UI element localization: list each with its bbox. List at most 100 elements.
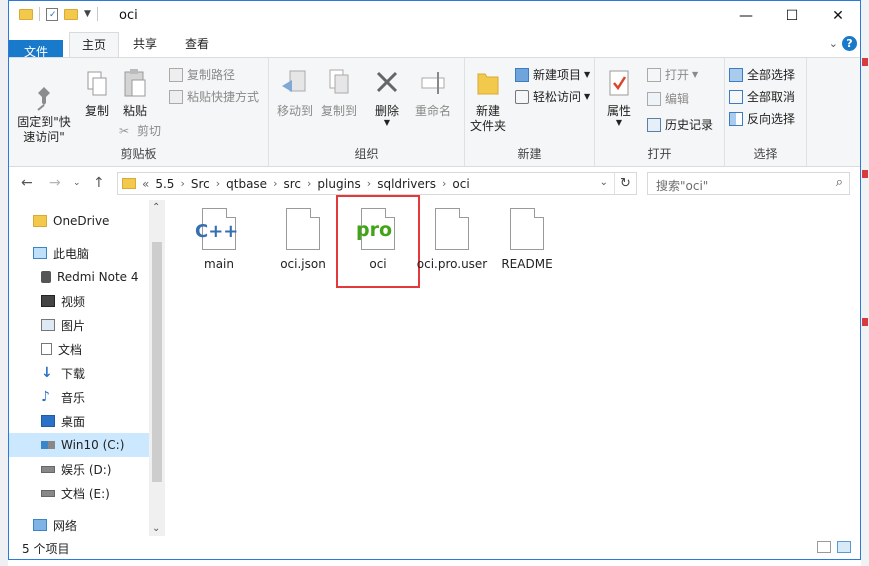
move-to-button[interactable]: 移动到: [275, 68, 315, 119]
help-icon[interactable]: ?: [842, 36, 857, 51]
new-group-label: 新建: [517, 147, 542, 161]
open-button[interactable]: 打开 ▼: [647, 66, 698, 83]
move-to-icon: [282, 70, 306, 92]
tab-share[interactable]: 共享: [125, 32, 165, 57]
breadcrumb-item[interactable]: 5.5: [155, 177, 174, 191]
group-open: 属性 ▼ 打开 ▼ 编辑 历史记录 打开: [595, 58, 725, 166]
breadcrumb-item[interactable]: Src: [191, 177, 210, 191]
minimize-button[interactable]: —: [723, 1, 769, 31]
copy-path-icon: [169, 67, 183, 82]
nav-item-music[interactable]: ♪ 音乐: [9, 385, 149, 409]
paste-shortcut-button[interactable]: 粘贴快捷方式: [169, 88, 259, 105]
qt-project-file-icon: pro: [356, 208, 395, 250]
ribbon: 固定到"快 速访问" 复制 粘贴 复制路径 粘贴快捷方式 ✂ 剪切 剪贴板 移动…: [9, 57, 860, 167]
chevron-down-icon: ▼: [584, 92, 591, 101]
scroll-down-icon[interactable]: ⌄: [152, 523, 160, 534]
chevron-down-icon: ▼: [692, 70, 699, 79]
select-all-button[interactable]: 全部选择: [729, 66, 795, 83]
tab-home[interactable]: 主页: [69, 32, 119, 57]
item-count: 5 个项目: [22, 542, 70, 556]
collapse-ribbon-icon[interactable]: ⌄: [829, 37, 838, 50]
nav-scrollbar[interactable]: ⌃ ⌄: [149, 200, 165, 536]
new-folder-button[interactable]: 新建 文件夹: [465, 66, 511, 134]
chevron-right-icon[interactable]: ›: [442, 177, 446, 190]
cut-button[interactable]: ✂ 剪切: [119, 122, 161, 139]
large-icons-view-icon[interactable]: [837, 541, 851, 553]
edit-button[interactable]: 编辑: [647, 90, 689, 107]
recent-locations-icon[interactable]: ⌄: [73, 178, 81, 188]
nav-item-drive-e[interactable]: 文档 (E:): [9, 481, 149, 505]
explorer-window: ✓ ▼ oci — ☐ ✕ 文件 主页 共享 查看 ⌄ ? 固定到"快 速访问": [8, 0, 861, 560]
up-arrow-icon[interactable]: ↑: [93, 175, 105, 191]
rename-button[interactable]: 重命名: [411, 68, 455, 119]
background-window-edge-right: [861, 0, 869, 566]
chevron-right-icon[interactable]: ›: [307, 177, 311, 190]
properties-button[interactable]: 属性 ▼: [601, 68, 637, 127]
nav-item-onedrive[interactable]: OneDrive: [9, 209, 149, 233]
customize-quick-access-icon[interactable]: ▼: [84, 9, 91, 19]
paste-button[interactable]: 粘贴: [117, 68, 153, 119]
nav-item-downloads[interactable]: ↓ 下载: [9, 361, 149, 385]
address-history-dropdown-icon[interactable]: ⌄: [600, 177, 608, 188]
breadcrumb-item[interactable]: qtbase: [226, 177, 267, 191]
chevron-right-icon[interactable]: ›: [367, 177, 371, 190]
back-arrow-icon[interactable]: ←: [21, 175, 33, 191]
copy-button[interactable]: 复制: [79, 70, 115, 119]
nav-item-this-pc[interactable]: 此电脑: [9, 241, 149, 265]
nav-item-drive-d[interactable]: 娱乐 (D:): [9, 457, 149, 481]
clipboard-group-label: 剪贴板: [120, 147, 157, 161]
select-all-icon: [729, 67, 743, 82]
nav-item-network[interactable]: 网络: [9, 513, 149, 537]
copy-to-button[interactable]: 复制到: [319, 68, 359, 119]
details-view-icon[interactable]: [817, 541, 831, 553]
maximize-button[interactable]: ☐: [769, 1, 815, 31]
chevron-right-icon[interactable]: ›: [180, 177, 184, 190]
scissors-icon: ✂: [119, 123, 130, 138]
chevron-right-icon[interactable]: ›: [216, 177, 220, 190]
scroll-up-icon[interactable]: ⌃: [152, 202, 160, 213]
select-none-button[interactable]: 全部取消: [729, 88, 795, 105]
delete-button[interactable]: 删除 ▼: [369, 68, 405, 127]
network-icon: [33, 519, 47, 531]
tab-view[interactable]: 查看: [175, 32, 219, 57]
search-box[interactable]: 搜索"oci" ⌕: [647, 172, 850, 195]
invert-selection-button[interactable]: 反向选择: [729, 110, 795, 127]
properties-quick-icon[interactable]: ✓: [46, 7, 58, 21]
nav-item-desktop[interactable]: 桌面: [9, 409, 149, 433]
status-bar: 5 个项目: [9, 536, 860, 559]
address-bar[interactable]: « 5.5 › Src › qtbase › src › plugins › s…: [117, 172, 637, 195]
nav-item-videos[interactable]: 视频: [9, 289, 149, 313]
nav-item-drive-c[interactable]: Win10 (C:): [9, 433, 149, 457]
copy-path-button[interactable]: 复制路径: [169, 66, 235, 83]
file-item[interactable]: README: [486, 208, 568, 272]
new-folder-quick-icon[interactable]: [64, 8, 78, 20]
rename-icon: [421, 72, 445, 94]
easy-access-button[interactable]: 轻松访问 ▼: [515, 88, 590, 105]
file-item[interactable]: C++ main: [178, 208, 260, 272]
file-item[interactable]: pro oci: [336, 195, 420, 288]
nav-item-pictures[interactable]: 图片: [9, 313, 149, 337]
forward-arrow-icon[interactable]: →: [49, 175, 61, 191]
desktop-icon: [41, 415, 55, 427]
search-placeholder: 搜索"oci": [656, 179, 709, 193]
folder-icon: [33, 215, 47, 227]
breadcrumb-item[interactable]: src: [283, 177, 301, 191]
breadcrumb-item[interactable]: plugins: [317, 177, 360, 191]
group-clipboard: 固定到"快 速访问" 复制 粘贴 复制路径 粘贴快捷方式 ✂ 剪切 剪贴板: [9, 58, 269, 166]
properties-icon: [609, 70, 629, 96]
file-item[interactable]: oci.pro.user: [414, 208, 490, 272]
file-item[interactable]: oci.json: [262, 208, 344, 272]
close-button[interactable]: ✕: [815, 1, 861, 31]
scrollbar-thumb[interactable]: [152, 242, 162, 482]
chevron-right-icon[interactable]: ›: [273, 177, 277, 190]
nav-item-redmi[interactable]: Redmi Note 4: [9, 265, 149, 289]
history-button[interactable]: 历史记录: [647, 116, 713, 133]
breadcrumb-item[interactable]: oci: [452, 177, 469, 191]
refresh-icon[interactable]: ↻: [614, 173, 636, 194]
download-icon: ↓: [41, 365, 53, 381]
breadcrumb-overflow[interactable]: «: [142, 177, 149, 191]
breadcrumb-item[interactable]: sqldrivers: [377, 177, 436, 191]
nav-item-documents[interactable]: 文档: [9, 337, 149, 361]
folder-icon: [19, 8, 33, 20]
new-item-button[interactable]: 新建项目 ▼: [515, 66, 590, 83]
